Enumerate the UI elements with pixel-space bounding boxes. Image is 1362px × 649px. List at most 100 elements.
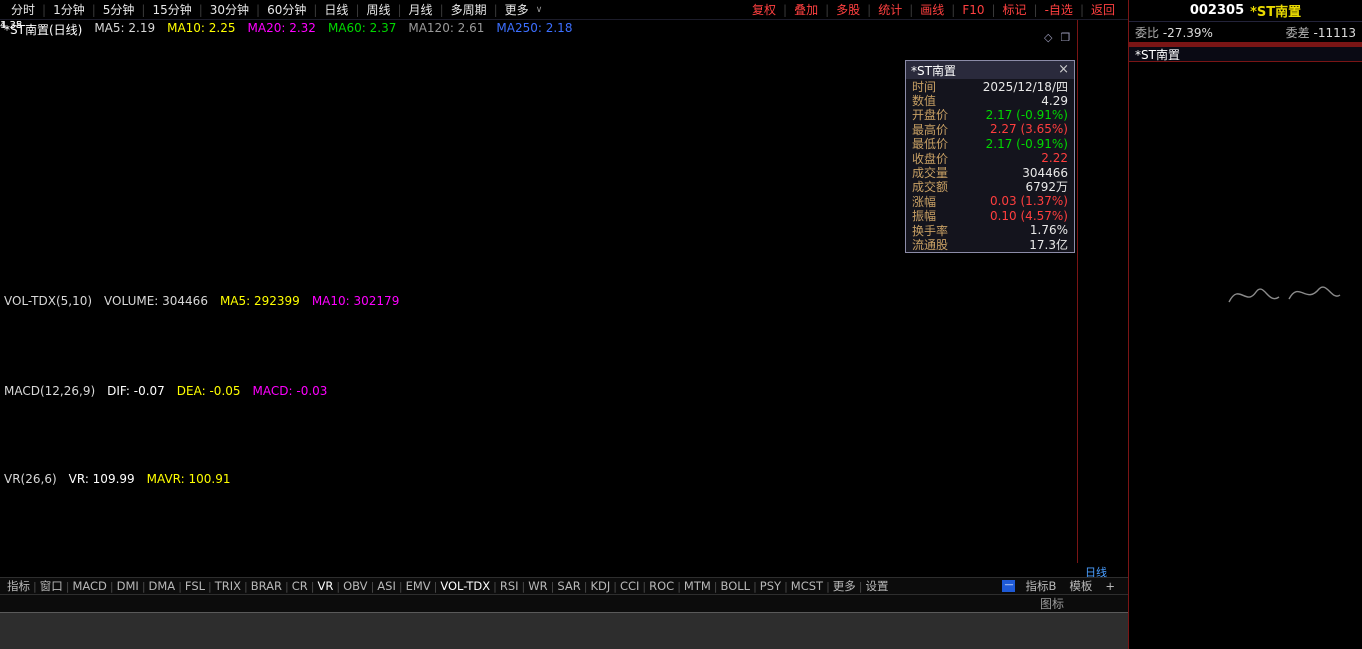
indicator-tabs: 指标|窗口|MACD|DMI|DMA|FSL|TRIX|BRAR|CR|VR|O… [4, 578, 1002, 594]
menu-item-标记[interactable]: 标记 [998, 1, 1032, 18]
menu-item-画线[interactable]: 画线 [915, 1, 949, 18]
tab-DMA[interactable]: DMA [146, 579, 179, 593]
tab-指标[interactable]: 指标 [4, 578, 33, 594]
tab-EMV[interactable]: EMV [403, 579, 434, 593]
menu-item-F10[interactable]: F10 [957, 3, 989, 17]
macd-header-part: MACD: -0.03 [253, 384, 328, 398]
menu-separator: | [313, 3, 317, 17]
plus-icon[interactable]: + [1102, 579, 1118, 593]
mini-chart-title: *ST南置 [1129, 46, 1362, 62]
tab-模板[interactable]: 模板 [1066, 578, 1095, 594]
tab-更多[interactable]: 更多 [830, 578, 859, 594]
menu-item--自选[interactable]: -自选 [1040, 1, 1078, 18]
menu-item-更多[interactable]: 更多 [500, 1, 534, 18]
intraday-mini-chart [1129, 62, 1362, 649]
volume-header-part: VOL-TDX(5,10) [4, 294, 92, 308]
tab-MCST[interactable]: MCST [788, 579, 826, 593]
popup-row-value: 2.22 [1041, 151, 1068, 165]
window-icon[interactable]: ❐ [1060, 31, 1070, 44]
menu-separator: | [398, 3, 402, 17]
tab-窗口[interactable]: 窗口 [37, 578, 66, 594]
diamond-icon[interactable]: ◇ [1044, 31, 1052, 44]
vr-header-part: VR(26,6) [4, 472, 57, 486]
menu-item-叠加[interactable]: 叠加 [789, 1, 823, 18]
popup-row-value: 2025/12/18/四 [983, 78, 1068, 95]
bottom-tabbar-right-label[interactable]: 图标 [1040, 595, 1124, 612]
time-axis: 日线 [0, 563, 1128, 577]
weibi-label: 委比 [1135, 26, 1159, 40]
panel-window-controls: ◇ ❐ [1044, 31, 1070, 44]
vr-header-part: MAVR: 100.91 [147, 472, 231, 486]
popup-title: *ST南置 [911, 62, 956, 79]
vr-header: VR(26,6)VR: 109.99MAVR: 100.91 [4, 472, 231, 486]
tab-CR[interactable]: CR [289, 579, 311, 593]
candle-info-popup: *ST南置 × 时间2025/12/18/四数值4.29开盘价2.17 (-0.… [905, 60, 1075, 253]
popup-row-value: 6792万 [1025, 178, 1068, 195]
tab-RSI[interactable]: RSI [497, 579, 522, 593]
tab-VOL-TDX[interactable]: VOL-TDX [437, 579, 493, 593]
tab-OBV[interactable]: OBV [340, 579, 370, 593]
popup-row-label: 流通股 [912, 236, 948, 253]
weicha-value: -11113 [1313, 26, 1356, 40]
menu-item-1分钟[interactable]: 1分钟 [48, 1, 90, 18]
menu-item-日线[interactable]: 日线 [319, 1, 353, 18]
tab-MACD[interactable]: MACD [69, 579, 109, 593]
stock-identity-header: 002305 *ST南置 [1129, 0, 1362, 22]
menu-item-月线[interactable]: 月线 [404, 1, 438, 18]
tab-TRIX[interactable]: TRIX [212, 579, 244, 593]
stock-code: 002305 [1190, 3, 1244, 18]
intraday-chart-canvas[interactable] [1129, 62, 1362, 315]
top-menu-bar: 分时|1分钟|5分钟|15分钟|30分钟|60分钟|日线|周线|月线|多周期|更… [0, 0, 1128, 20]
menu-item-周线[interactable]: 周线 [361, 1, 395, 18]
left-column: 分时|1分钟|5分钟|15分钟|30分钟|60分钟|日线|周线|月线|多周期|更… [0, 0, 1128, 649]
menu-item-多股[interactable]: 多股 [831, 1, 865, 18]
tab-指标B[interactable]: 指标B [1022, 578, 1059, 594]
tab-ROC[interactable]: ROC [646, 579, 677, 593]
menu-item-5分钟[interactable]: 5分钟 [98, 1, 140, 18]
menu-item-复权[interactable]: 复权 [747, 1, 781, 18]
menu-item-15分钟[interactable]: 15分钟 [147, 1, 196, 18]
menu-item-返回[interactable]: 返回 [1086, 1, 1120, 18]
tab-SAR[interactable]: SAR [554, 579, 583, 593]
tab-VR[interactable]: VR [315, 579, 337, 593]
popup-rows: 时间2025/12/18/四数值4.29开盘价2.17 (-0.91%)最高价2… [906, 79, 1074, 252]
menu-item-统计[interactable]: 统计 [873, 1, 907, 18]
macd-header-part: DEA: -0.05 [177, 384, 241, 398]
menu-separator: | [867, 3, 871, 17]
menu-item-60分钟[interactable]: 60分钟 [262, 1, 311, 18]
popup-row-value: 17.3亿 [1029, 236, 1068, 253]
menu-item-分时[interactable]: 分时 [6, 1, 40, 18]
tab-ASI[interactable]: ASI [374, 579, 399, 593]
menu-item-多周期[interactable]: 多周期 [446, 1, 492, 18]
tab-KDJ[interactable]: KDJ [587, 579, 613, 593]
popup-row-value: 0.03 (1.37%) [990, 194, 1068, 208]
tab-BRAR[interactable]: BRAR [248, 579, 285, 593]
chart-area: *ST南置(日线) MA5: 2.19MA10: 2.25MA20: 2.32M… [0, 20, 1128, 563]
menu-separator: | [42, 3, 46, 17]
popup-row-value: 2.17 (-0.91%) [986, 137, 1068, 151]
low-price-label: 1.35 [0, 20, 22, 31]
menu-separator: | [991, 3, 995, 17]
tab-FSL[interactable]: FSL [182, 579, 208, 593]
tab-DMI[interactable]: DMI [114, 579, 142, 593]
tab-BOLL[interactable]: BOLL [718, 579, 754, 593]
tab-PSY[interactable]: PSY [757, 579, 784, 593]
menu-item-30分钟[interactable]: 30分钟 [205, 1, 254, 18]
popup-title-bar[interactable]: *ST南置 × [906, 61, 1074, 79]
ma-label: MA120: 2.61 [408, 21, 484, 38]
menu-separator: | [494, 3, 498, 17]
popup-row-value: 4.29 [1041, 94, 1068, 108]
tab-MTM[interactable]: MTM [681, 579, 714, 593]
menu-separator: | [199, 3, 203, 17]
popup-row-value: 1.76% [1030, 223, 1068, 237]
tab-CCI[interactable]: CCI [617, 579, 642, 593]
tab-WR[interactable]: WR [525, 579, 550, 593]
ma-label: MA5: 2.19 [94, 21, 155, 38]
indicator-tab-bar: 指标|窗口|MACD|DMI|DMA|FSL|TRIX|BRAR|CR|VR|O… [0, 577, 1128, 594]
menu-separator: | [355, 3, 359, 17]
tab-设置[interactable]: 设置 [863, 578, 892, 594]
volume-header-part: VOLUME: 304466 [104, 294, 208, 308]
close-icon[interactable]: × [1058, 64, 1069, 76]
minimize-icon[interactable]: — [1002, 580, 1015, 592]
menu-separator: | [92, 3, 96, 17]
